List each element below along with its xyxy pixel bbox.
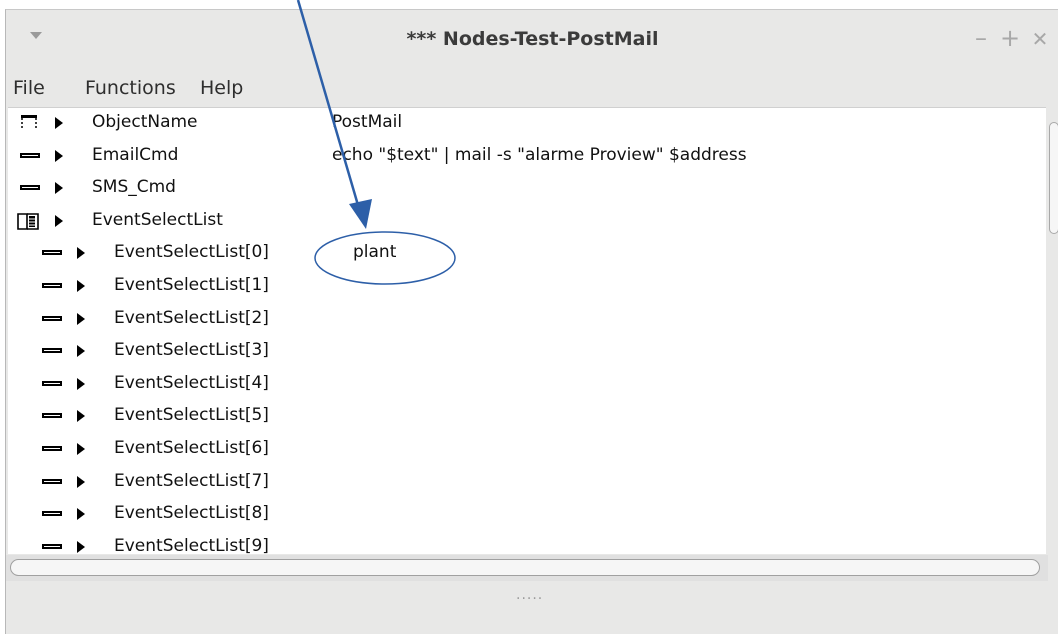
close-button[interactable]: ✕: [1027, 27, 1053, 51]
attribute-name: EventSelectList[1]: [114, 275, 269, 295]
app-window: *** Nodes-Test-PostMail – + ✕ File Funct…: [5, 9, 1058, 634]
attribute-icon: [42, 250, 62, 256]
expand-arrow-icon[interactable]: [77, 312, 85, 325]
tree-row[interactable]: SMS_Cmd: [8, 174, 1046, 206]
tree-row[interactable]: EventSelectList[7]: [8, 468, 1046, 500]
menu-bar: File Functions Help: [6, 72, 1058, 106]
maximize-button[interactable]: +: [997, 24, 1023, 52]
attribute-value[interactable]: echo "$text" | mail -s "alarme Proview" …: [332, 145, 747, 165]
expand-arrow-icon[interactable]: [77, 443, 85, 455]
vertical-scrollbar[interactable]: [1046, 108, 1058, 553]
attribute-name: EventSelectList[6]: [114, 438, 269, 458]
attribute-icon: [42, 413, 62, 419]
array-icon: [17, 212, 39, 230]
struct-icon: [21, 115, 37, 130]
menu-functions[interactable]: Functions: [85, 77, 176, 99]
tree-row[interactable]: EventSelectList[4]: [8, 370, 1046, 402]
tree-row[interactable]: EventSelectList[1]: [8, 272, 1046, 304]
attribute-icon: [42, 283, 62, 288]
expand-arrow-icon[interactable]: [77, 280, 85, 292]
attribute-tree: ObjectName PostMail EmailCmd echo "$text" |…: [8, 107, 1046, 554]
expand-arrow-icon[interactable]: [77, 540, 85, 553]
tree-row[interactable]: EventSelectList[3]: [8, 337, 1046, 369]
attribute-icon: [20, 185, 40, 191]
attribute-name: EventSelectList[4]: [114, 372, 269, 393]
attribute-name: EventSelectList[7]: [114, 470, 269, 491]
attribute-icon: [42, 348, 62, 354]
attribute-name: EventSelectList[2]: [114, 307, 269, 328]
tree-row[interactable]: EventSelectList: [8, 207, 1046, 239]
attribute-name: EventSelectList[3]: [114, 340, 269, 361]
menu-file[interactable]: File: [13, 77, 45, 99]
tree-row[interactable]: EventSelectList[9]: [8, 533, 1046, 554]
attribute-value[interactable]: plant: [353, 242, 396, 262]
attribute-name: EventSelectList[0]: [114, 242, 269, 263]
horizontal-scrollbar[interactable]: [6, 555, 1048, 581]
attribute-icon: [42, 315, 62, 321]
expand-arrow-icon[interactable]: [55, 182, 63, 195]
attribute-name: EmailCmd: [92, 144, 179, 165]
tree-row[interactable]: EventSelectList[6]: [8, 435, 1046, 467]
minimize-button[interactable]: –: [968, 24, 994, 52]
attribute-icon: [42, 380, 62, 386]
expand-arrow-icon[interactable]: [55, 149, 63, 162]
attribute-name: ObjectName: [92, 112, 198, 132]
pane-resize-grip[interactable]: .....: [516, 587, 543, 603]
attribute-icon: [42, 478, 62, 484]
tree-row[interactable]: EventSelectList[0] plant: [8, 239, 1046, 271]
attribute-name: EventSelectList[5]: [114, 405, 269, 426]
tree-row[interactable]: EventSelectList[5]: [8, 402, 1046, 434]
expand-arrow-icon[interactable]: [77, 475, 85, 488]
attribute-name: EventSelectList: [92, 209, 223, 230]
title-bar[interactable]: *** Nodes-Test-PostMail – + ✕: [6, 10, 1058, 70]
attribute-icon: [42, 446, 62, 451]
expand-arrow-icon[interactable]: [55, 117, 63, 129]
window-title: *** Nodes-Test-PostMail: [406, 28, 659, 50]
attribute-name: EventSelectList[8]: [114, 503, 269, 524]
attribute-icon: [20, 152, 40, 158]
horizontal-scroll-thumb[interactable]: [10, 559, 1040, 576]
expand-arrow-icon[interactable]: [77, 508, 85, 521]
tree-row[interactable]: ObjectName PostMail: [8, 109, 1046, 141]
menu-help[interactable]: Help: [200, 77, 243, 99]
attribute-icon: [42, 543, 62, 549]
expand-arrow-icon[interactable]: [77, 410, 85, 423]
attribute-value[interactable]: PostMail: [332, 112, 402, 132]
attribute-name: EventSelectList[9]: [114, 535, 269, 554]
expand-arrow-icon[interactable]: [77, 377, 85, 390]
tree-row[interactable]: EventSelectList[8]: [8, 500, 1046, 532]
tree-row[interactable]: EmailCmd echo "$text" | mail -s "alarme P…: [8, 142, 1046, 174]
expand-arrow-icon[interactable]: [77, 247, 85, 260]
tree-row[interactable]: EventSelectList[2]: [8, 305, 1046, 337]
attribute-name: SMS_Cmd: [92, 177, 176, 198]
attribute-icon: [42, 511, 62, 517]
expand-arrow-icon[interactable]: [77, 345, 85, 358]
expand-arrow-icon[interactable]: [55, 214, 63, 227]
vertical-scroll-thumb[interactable]: [1049, 122, 1058, 234]
